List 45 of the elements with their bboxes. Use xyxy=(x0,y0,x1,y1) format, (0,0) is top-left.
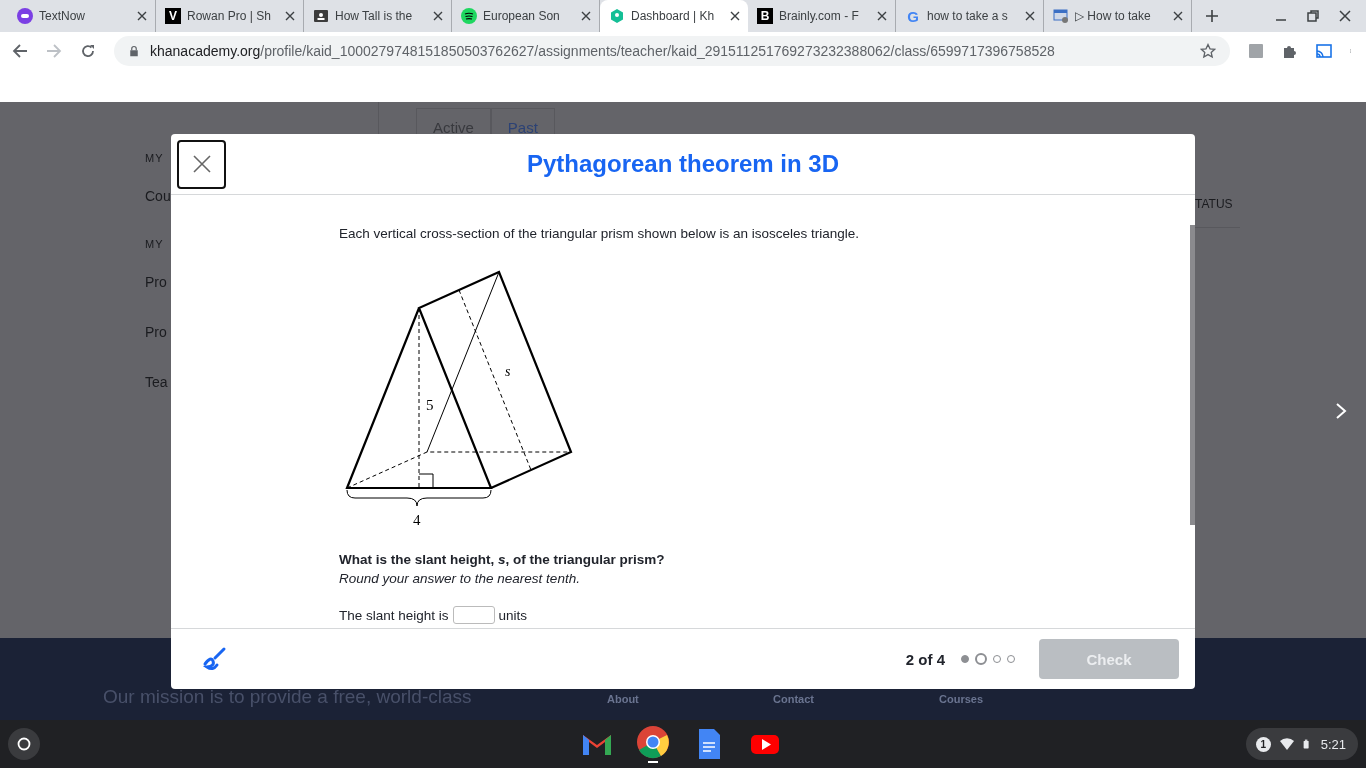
reload-icon[interactable] xyxy=(80,43,96,59)
prism-drawing: 5 s 4 xyxy=(340,263,580,528)
scrollbar[interactable] xyxy=(1190,225,1195,525)
question-text: What is the slant height, s, of the triangular prism? xyxy=(339,552,666,567)
plus-icon[interactable] xyxy=(1205,9,1219,23)
close-icon[interactable] xyxy=(877,11,887,21)
status-tray[interactable]: 1 5:21 xyxy=(1245,728,1358,760)
answer-prompt: The slant height is xyxy=(339,607,449,623)
star-icon[interactable] xyxy=(1200,43,1216,59)
circle-icon xyxy=(17,737,31,751)
cast-icon[interactable] xyxy=(1316,43,1332,59)
progress-count: 2 of 4 xyxy=(905,650,945,668)
question-intro: Each vertical cross-section of the triangular prism shown below is an isosceles triangle. xyxy=(339,226,859,241)
sidebar-heading: MY xyxy=(145,152,165,164)
close-icon[interactable] xyxy=(1173,11,1183,21)
hint-text: Round your answer to the nearest tenth. xyxy=(339,571,581,586)
close-icon[interactable] xyxy=(581,11,591,21)
close-icon[interactable] xyxy=(1025,11,1035,21)
unit-text: units xyxy=(498,607,528,623)
browser-icon[interactable] xyxy=(636,725,670,763)
close-icon[interactable] xyxy=(730,11,740,21)
dialog-title: Pythagorean theorem in 3D xyxy=(525,150,841,178)
wifi-icon xyxy=(1278,736,1295,752)
answer-field[interactable] xyxy=(452,606,495,624)
letter-icon: B xyxy=(757,8,773,24)
back-arrow-icon[interactable] xyxy=(12,43,28,59)
close-icon[interactable] xyxy=(1338,9,1352,23)
close-icon[interactable] xyxy=(433,11,443,21)
close-icon xyxy=(192,155,211,173)
puzzle-piece-icon[interactable] xyxy=(1282,43,1298,59)
sidebar-heading: MY xyxy=(145,238,165,250)
close-icon[interactable] xyxy=(285,11,295,21)
letter-icon: V xyxy=(165,8,181,24)
clock-time: 5:21 xyxy=(1320,736,1346,752)
lock-icon xyxy=(128,45,140,57)
scratchpad-icon[interactable] xyxy=(201,646,227,672)
restore-icon[interactable] xyxy=(1306,9,1320,23)
column-header: TATUS xyxy=(1195,197,1233,211)
notification-count: 1 xyxy=(1255,736,1271,752)
browser-tab[interactable]: Dashboard | Kh xyxy=(600,0,748,32)
launcher-button[interactable] xyxy=(8,728,40,760)
letter-icon: G xyxy=(905,8,921,24)
close-icon[interactable] xyxy=(137,11,147,21)
address-bar[interactable]: khanacademy.org/profile/kaid_1000279748151850503762627/assignments/teacher/kaid_291511251769273232388062/class/6599717396758528 xyxy=(114,36,1230,66)
close-button[interactable] xyxy=(177,139,226,189)
